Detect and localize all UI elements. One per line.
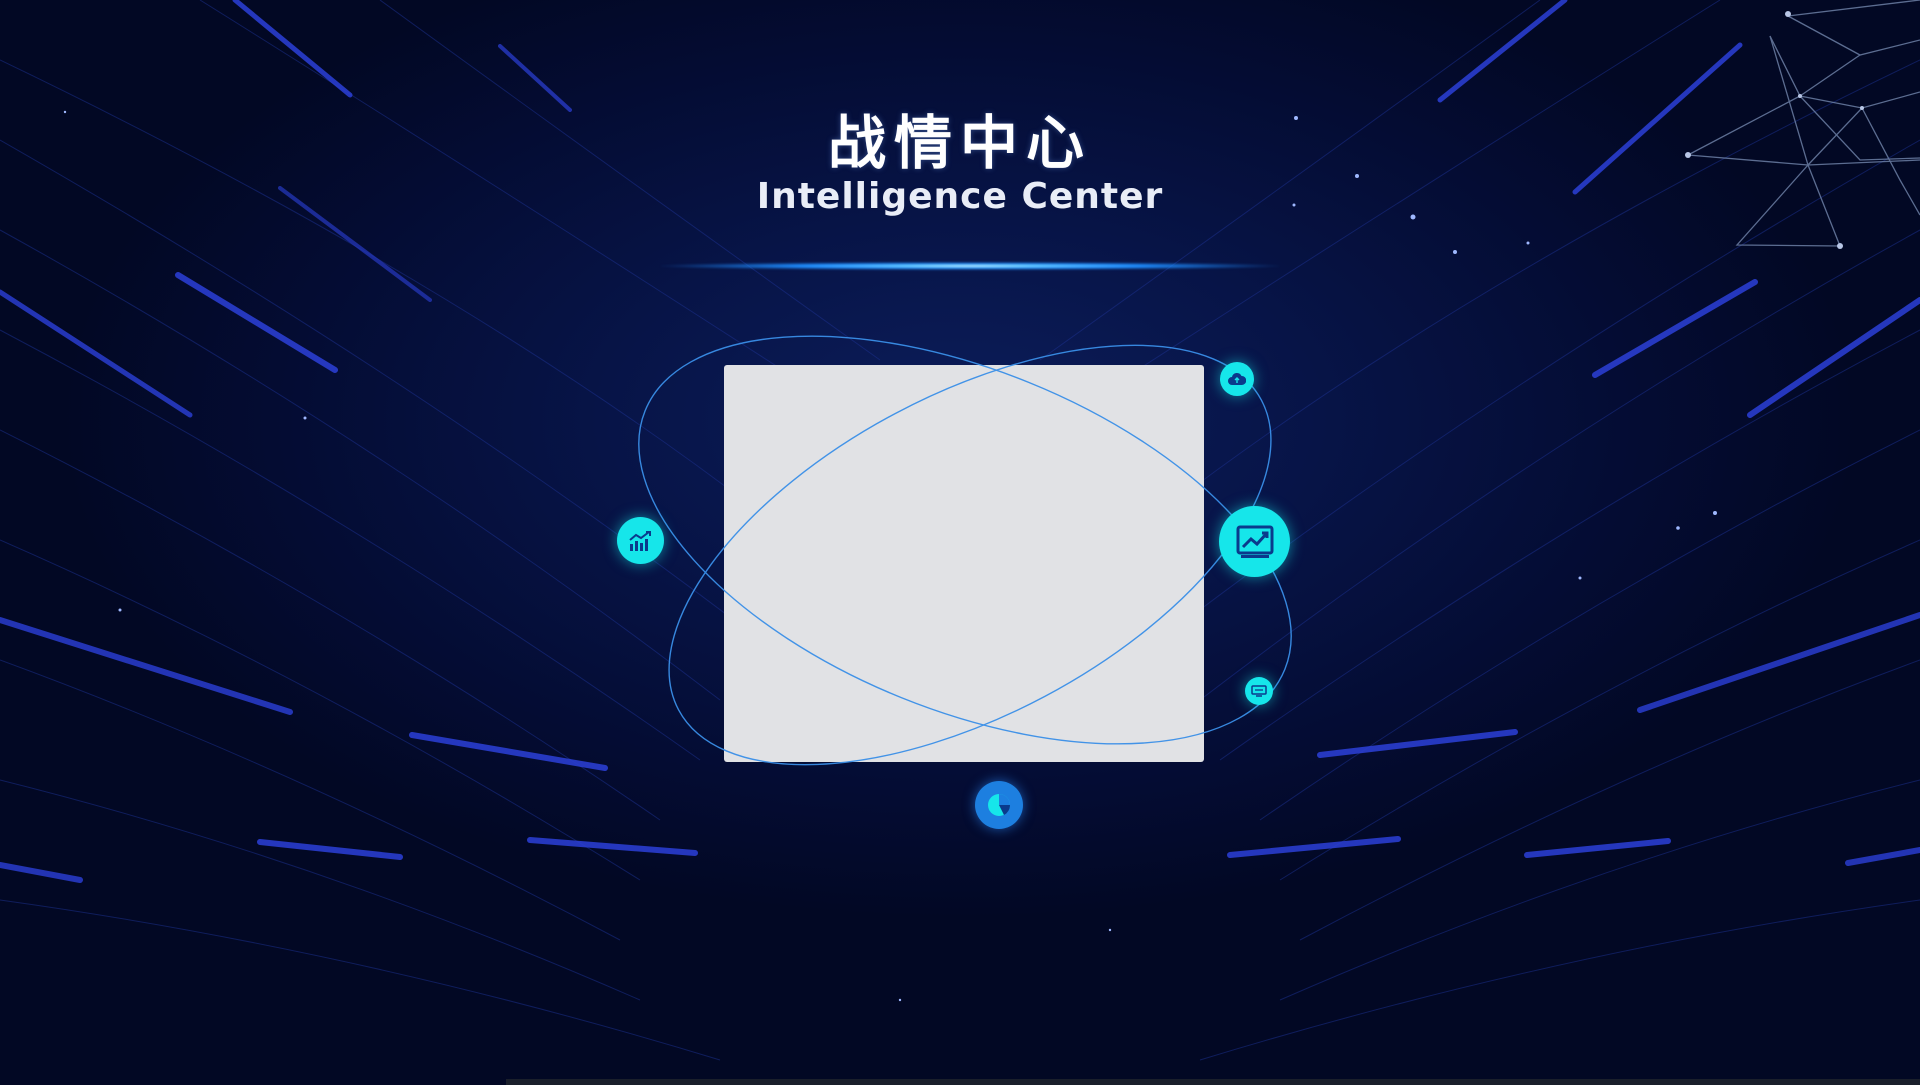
trend-chart-icon [1236,525,1273,558]
monitor-icon [1251,685,1267,697]
monitor-node[interactable] [1245,677,1273,705]
bar-chart-icon [628,530,651,551]
bar-chart-node[interactable] [617,517,664,564]
page-title: 战情中心 [827,109,1092,177]
content-panel [724,365,1204,762]
pie-chart-icon [988,794,1011,816]
bottom-scrollbar[interactable] [506,1079,1920,1085]
intelligence-center-screen: 战情中心 Intelligence Center [0,0,1920,1085]
title-glow-divider [660,262,1280,270]
page-subtitle: Intelligence Center [756,176,1164,217]
cloud-icon [1228,372,1246,385]
pie-chart-node[interactable] [975,781,1023,829]
trend-chart-node[interactable] [1219,506,1290,577]
cloud-node[interactable] [1220,362,1254,396]
